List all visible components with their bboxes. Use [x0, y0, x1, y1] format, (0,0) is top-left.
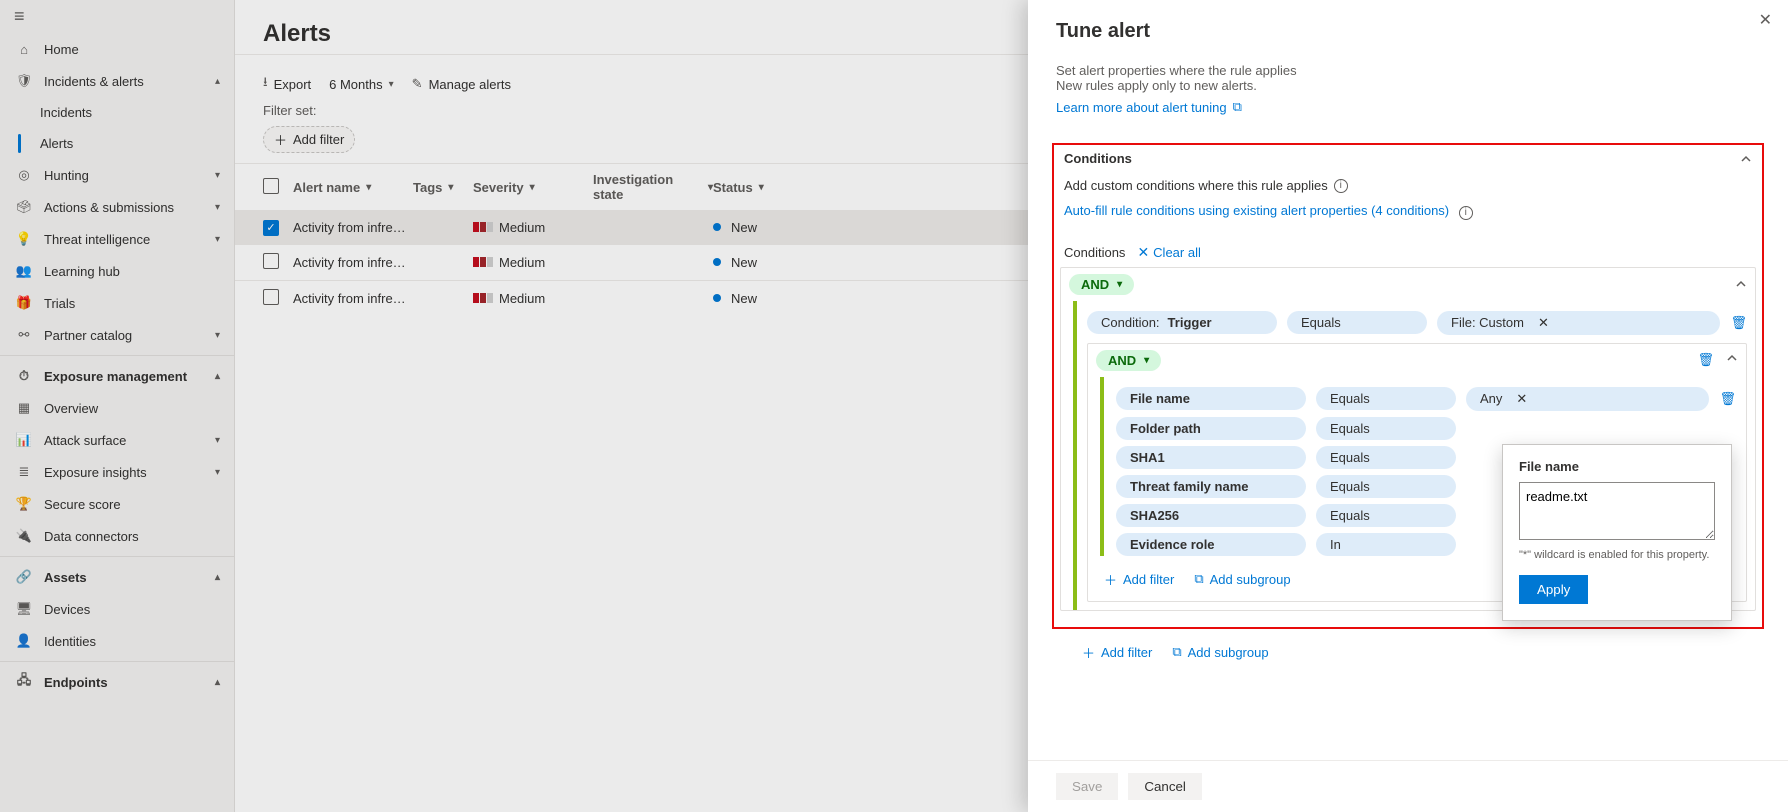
chevron-down-icon: ▾	[1144, 355, 1149, 366]
clear-value-icon[interactable]: ✕	[1538, 315, 1549, 331]
add-subgroup-button[interactable]: ⧉Add subgroup	[1194, 571, 1290, 587]
add-filter-button[interactable]: ＋Add filter	[1082, 643, 1152, 662]
condition-operator-chip[interactable]: Equals	[1316, 387, 1456, 410]
collapse-section-button[interactable]	[1740, 153, 1752, 165]
delete-condition-icon[interactable]: 🗑	[1719, 391, 1736, 407]
condition-row: Condition: Trigger Equals File: Custom✕ …	[1087, 311, 1747, 335]
cancel-button[interactable]: Cancel	[1128, 773, 1202, 800]
popup-note: "*" wildcard is enabled for this propert…	[1519, 549, 1715, 561]
filename-popup: File name "*" wildcard is enabled for th…	[1502, 444, 1732, 621]
save-button[interactable]: Save	[1056, 773, 1118, 800]
condition-row: File name Equals Any✕ 🗑	[1116, 387, 1736, 411]
plus-icon: ＋	[1082, 643, 1095, 662]
add-filter-button[interactable]: ＋Add filter	[1104, 570, 1174, 589]
info-icon[interactable]: i	[1334, 179, 1348, 193]
panel-title: Tune alert	[1056, 20, 1760, 43]
condition-row: Folder path Equals	[1116, 417, 1736, 440]
clear-all-button[interactable]: ✕Clear all	[1137, 244, 1200, 261]
autofill-link[interactable]: Auto-fill rule conditions using existing…	[1064, 203, 1449, 218]
delete-condition-icon[interactable]: 🗑	[1730, 315, 1747, 331]
add-subgroup-button[interactable]: ⧉Add subgroup	[1172, 644, 1268, 660]
condition-field-chip[interactable]: Evidence role	[1116, 533, 1306, 556]
condition-value-chip[interactable]: Any✕	[1466, 387, 1709, 411]
delete-subgroup-icon[interactable]: 🗑	[1697, 352, 1714, 368]
x-icon: ✕	[1137, 244, 1149, 261]
collapse-group-button[interactable]	[1726, 352, 1738, 368]
popout-icon: ⧉	[1233, 99, 1242, 115]
condition-field-chip[interactable]: Folder path	[1116, 417, 1306, 440]
condition-field-chip[interactable]: Condition: Trigger	[1087, 311, 1277, 334]
subgroup-icon: ⧉	[1172, 644, 1181, 660]
close-icon[interactable]: ✕	[1759, 10, 1772, 30]
popup-label: File name	[1519, 459, 1715, 474]
condition-operator-chip[interactable]: In	[1316, 533, 1456, 556]
apply-button[interactable]: Apply	[1519, 575, 1588, 604]
and-operator-pill[interactable]: AND▾	[1069, 274, 1134, 295]
conditions-hint: Add custom conditions where this rule ap…	[1064, 178, 1328, 193]
condition-operator-chip[interactable]: Equals	[1316, 504, 1456, 527]
plus-icon: ＋	[1104, 570, 1117, 589]
condition-field-chip[interactable]: SHA256	[1116, 504, 1306, 527]
condition-value-chip[interactable]: File: Custom✕	[1437, 311, 1720, 335]
subgroup-icon: ⧉	[1194, 571, 1203, 587]
conditions-label: Conditions	[1064, 245, 1125, 260]
panel-subtitle: Set alert properties where the rule appl…	[1028, 55, 1788, 115]
chevron-down-icon: ▾	[1117, 279, 1122, 290]
conditions-title: Conditions	[1064, 151, 1132, 166]
condition-field-chip[interactable]: SHA1	[1116, 446, 1306, 469]
condition-operator-chip[interactable]: Equals	[1287, 311, 1427, 334]
condition-operator-chip[interactable]: Equals	[1316, 475, 1456, 498]
and-operator-pill[interactable]: AND▾	[1096, 350, 1161, 371]
collapse-group-button[interactable]	[1735, 278, 1747, 290]
condition-operator-chip[interactable]: Equals	[1316, 417, 1456, 440]
learn-more-link[interactable]: Learn more about alert tuning⧉	[1056, 99, 1242, 115]
condition-field-chip[interactable]: File name	[1116, 387, 1306, 410]
panel-footer: Save Cancel	[1028, 760, 1788, 812]
clear-value-icon[interactable]: ✕	[1516, 391, 1527, 407]
condition-operator-chip[interactable]: Equals	[1316, 446, 1456, 469]
condition-field-chip[interactable]: Threat family name	[1116, 475, 1306, 498]
filename-input[interactable]	[1519, 482, 1715, 540]
tune-alert-panel: ✕ Tune alert Set alert properties where …	[1028, 0, 1788, 812]
info-icon[interactable]: i	[1459, 206, 1473, 220]
